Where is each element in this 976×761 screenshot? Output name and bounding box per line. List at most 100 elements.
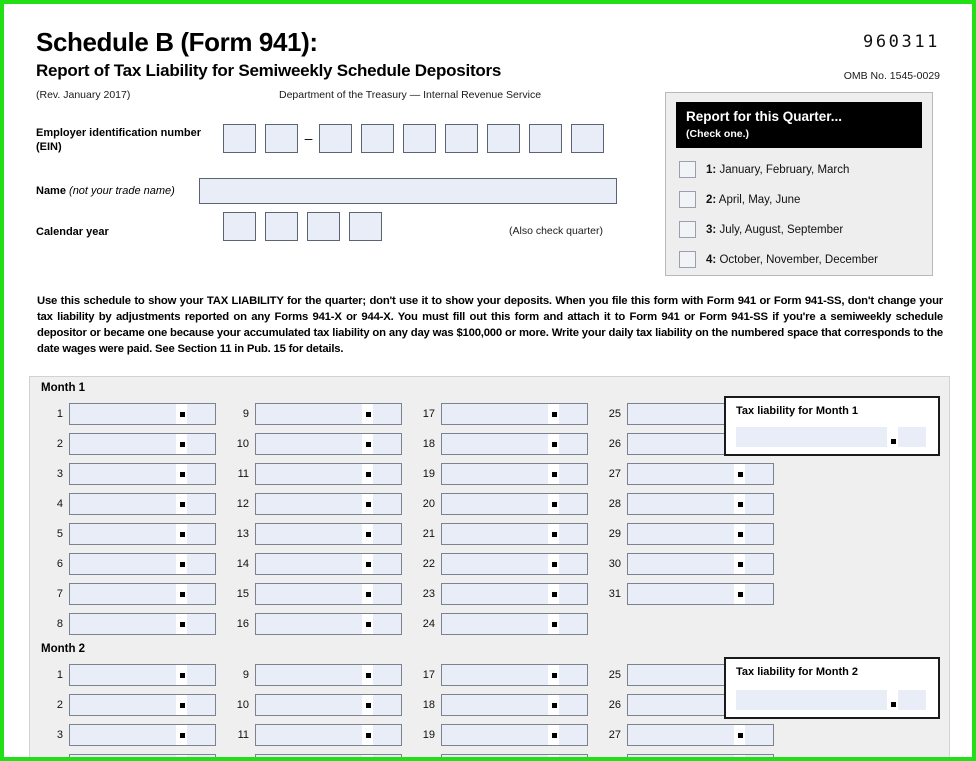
day-amount-input-1[interactable] [69,664,216,686]
quarter-option-4[interactable]: 4: October, November, December [676,245,922,275]
ein-digit-6[interactable] [445,124,478,153]
day-amount-input-1[interactable] [69,403,216,425]
day-amount-input-3[interactable] [69,463,216,485]
day-amount-input-28[interactable] [627,493,774,515]
day-amount-input-11[interactable] [255,724,402,746]
day-amount-input-9[interactable] [255,664,402,686]
day-amount-input-11[interactable] [255,463,402,485]
day-amount-input-14[interactable] [255,553,402,575]
decimal-point-icon [179,532,185,537]
quarter-checkbox-1[interactable] [679,161,696,179]
ein-dash: – [304,130,313,146]
day-amount-input-16[interactable] [255,613,402,635]
day-number-14: 14 [236,558,249,570]
month-2-decimal-separator [887,690,898,710]
day-amount-input-10[interactable] [255,433,402,455]
day-amount-input-27[interactable] [627,463,774,485]
decimal-point-icon [737,472,743,477]
day-amount-input-8[interactable] [69,613,216,635]
month-1-tax-liability-input[interactable] [736,427,926,447]
day-amount-input-10[interactable] [255,694,402,716]
decimal-point-icon [365,472,371,477]
ein-digit-4[interactable] [361,124,394,153]
form-number: 960311 [862,32,940,52]
day-amount-input-19[interactable] [441,463,588,485]
decimal-point-icon [179,703,185,708]
day-amount-input-12[interactable] [255,754,402,757]
month-1-grid: 1 9 17 25 2 10 18 26 3 11 19 27 4 12 20 28 5 13 21 29 6 14 22 3… [41,399,785,639]
decimal-point-icon [365,733,371,738]
day-amount-input-23[interactable] [441,583,588,605]
day-amount-input-18[interactable] [441,433,588,455]
day-amount-input-2[interactable] [69,694,216,716]
day-amount-input-17[interactable] [441,403,588,425]
day-amount-input-6[interactable] [69,553,216,575]
quarter-checkbox-4[interactable] [679,251,696,269]
identification-block: Employer identification number (EIN) – N… [36,124,646,252]
day-amount-input-20[interactable] [441,493,588,515]
day-amount-input-21[interactable] [441,523,588,545]
quarter-option-3[interactable]: 3: July, August, September [676,215,922,245]
quarter-option-2[interactable]: 2: April, May, June [676,185,922,215]
day-amount-input-4[interactable] [69,754,216,757]
quarter-number-1: 1: [706,163,717,176]
quarter-checkbox-3[interactable] [679,221,696,239]
day-amount-input-13[interactable] [255,523,402,545]
ein-digit-5[interactable] [403,124,436,153]
decimal-point-icon [737,532,743,537]
decimal-point-icon [737,502,743,507]
ein-digit-2[interactable] [265,124,298,153]
day-amount-input-15[interactable] [255,583,402,605]
quarter-option-1[interactable]: 1: January, February, March [676,155,922,185]
name-input[interactable] [199,178,617,204]
day-amount-input-5[interactable] [69,523,216,545]
day-amount-input-22[interactable] [441,553,588,575]
ein-digit-8[interactable] [529,124,562,153]
day-amount-input-30[interactable] [627,553,774,575]
calendar-year-digit-3[interactable] [307,212,340,241]
quarter-number-2: 2: [706,193,717,206]
ein-digit-9[interactable] [571,124,604,153]
day-amount-input-18[interactable] [441,694,588,716]
day-amount-input-24[interactable] [441,613,588,635]
omb-number: OMB No. 1545-0029 [843,70,940,82]
calendar-year-digit-4[interactable] [349,212,382,241]
day-number-26: 26 [608,699,621,711]
ein-digit-7[interactable] [487,124,520,153]
quarter-number-3: 3: [706,223,717,236]
day-amount-input-4[interactable] [69,493,216,515]
day-amount-input-17[interactable] [441,664,588,686]
quarter-checkbox-2[interactable] [679,191,696,209]
day-number-1: 1 [56,669,63,681]
decimal-point-icon [179,673,185,678]
month-2-tax-liability-input[interactable] [736,690,926,710]
calendar-year-digit-1[interactable] [223,212,256,241]
day-amount-input-7[interactable] [69,583,216,605]
day-amount-input-2[interactable] [69,433,216,455]
day-number-29: 29 [608,528,621,540]
month-2-tax-liability-box: Tax liability for Month 2 [724,657,940,719]
ein-digit-3[interactable] [319,124,352,153]
day-number-12: 12 [236,498,249,510]
day-entry-row: 1 9 17 25 [41,660,785,690]
revision-row: (Rev. January 2017) Department of the Tr… [36,89,646,105]
ein-input-group[interactable]: – [223,124,604,153]
day-number-23: 23 [422,588,435,600]
month-2-panel: Month 2 191725210182631119274122028 Tax … [29,638,950,757]
day-amount-input-27[interactable] [627,724,774,746]
day-amount-input-31[interactable] [627,583,774,605]
day-amount-input-28[interactable] [627,754,774,757]
decimal-point-icon [551,532,557,537]
day-amount-input-29[interactable] [627,523,774,545]
day-amount-input-3[interactable] [69,724,216,746]
day-amount-input-9[interactable] [255,403,402,425]
calendar-year-input-group[interactable] [223,212,382,241]
calendar-year-digit-2[interactable] [265,212,298,241]
agency-label: Department of the Treasury — Internal Re… [279,88,542,101]
ein-digit-1[interactable] [223,124,256,153]
day-amount-input-19[interactable] [441,724,588,746]
name-row: Name (not your trade name) [36,170,646,212]
day-amount-input-12[interactable] [255,493,402,515]
day-number-7: 7 [56,588,63,600]
day-amount-input-20[interactable] [441,754,588,757]
